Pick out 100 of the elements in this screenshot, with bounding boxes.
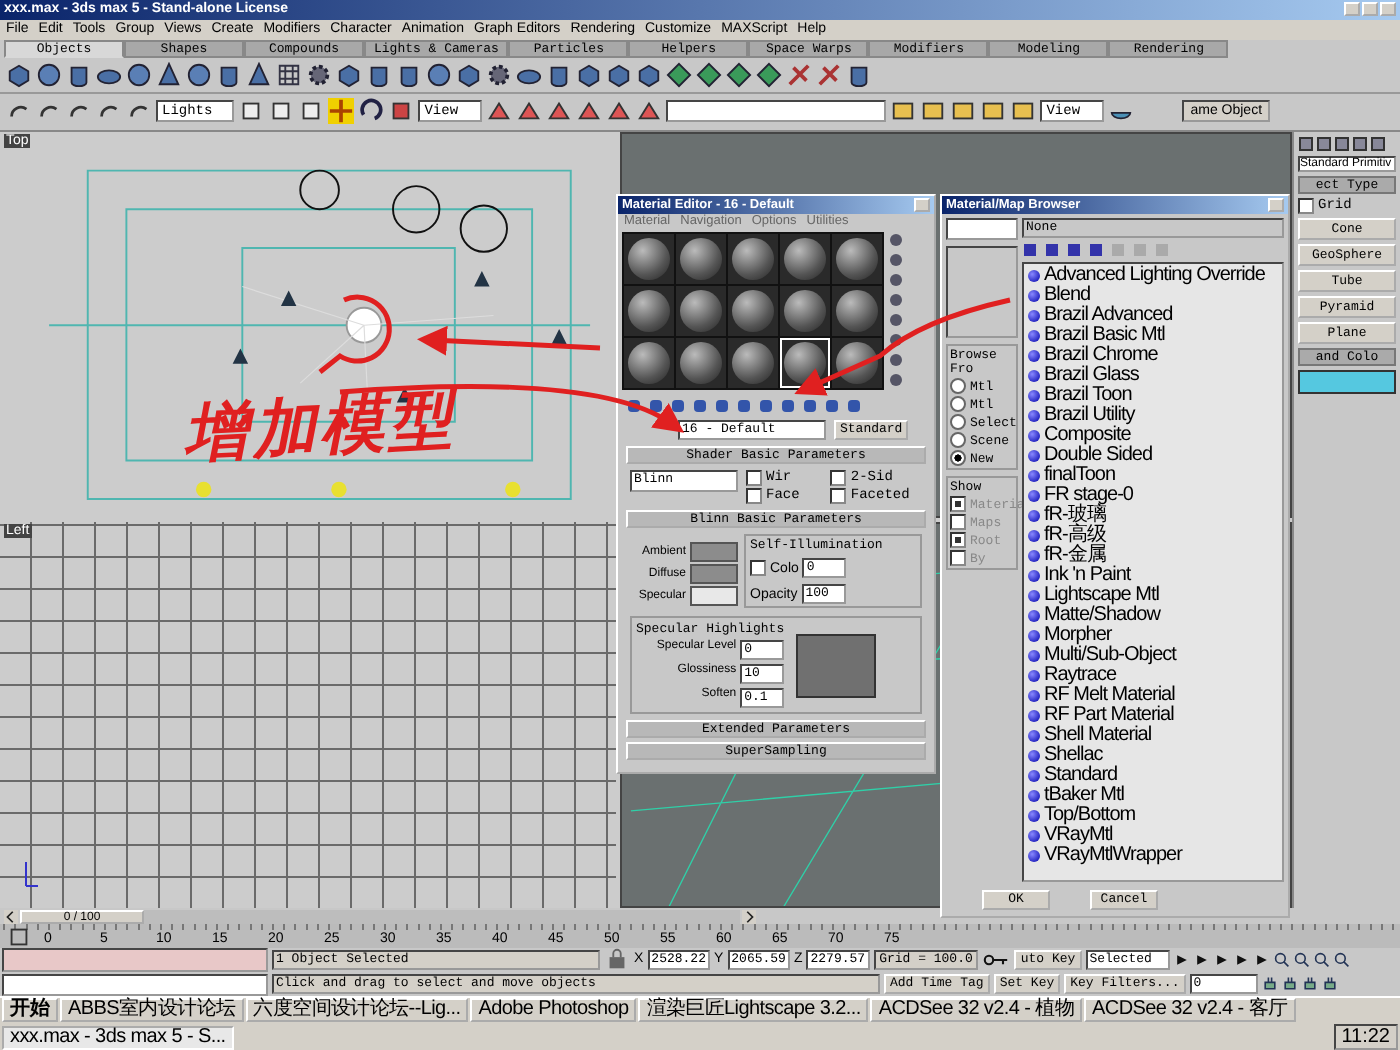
list-item[interactable]: Blend: [1028, 286, 1278, 306]
list-item[interactable]: tBaker Mtl: [1028, 786, 1278, 806]
color-swatch[interactable]: [1298, 369, 1396, 394]
zoom-icon[interactable]: [1313, 951, 1330, 968]
material-slot[interactable]: [676, 234, 726, 284]
material-slot[interactable]: [624, 234, 674, 284]
list-item[interactable]: VRayMtlWrapper: [1028, 846, 1278, 866]
track-bar-icon[interactable]: [6, 923, 32, 950]
zoom-icon[interactable]: [1273, 951, 1290, 968]
material-slot[interactable]: [624, 286, 674, 336]
selection-set-dropdown[interactable]: [666, 100, 887, 123]
checkbox[interactable]: [950, 532, 966, 548]
taskbar-button[interactable]: 渲染巨匠Lightscape 3.2...: [638, 998, 869, 1023]
radio-button[interactable]: [950, 450, 966, 466]
color-swatch[interactable]: [690, 586, 738, 606]
checkbox[interactable]: [830, 488, 847, 504]
scroll-right-icon[interactable]: [742, 909, 756, 924]
checkbox[interactable]: [830, 470, 847, 486]
list-item[interactable]: Brazil Toon: [1028, 386, 1278, 406]
box-icon[interactable]: [576, 61, 602, 88]
list-item[interactable]: FR stage-0: [1028, 486, 1278, 506]
diamond-icon[interactable]: [726, 61, 752, 88]
list-item[interactable]: Morpher: [1028, 626, 1278, 646]
list-item[interactable]: Matte/Shadow: [1028, 606, 1278, 626]
radio-button[interactable]: [950, 432, 966, 448]
lock-icon[interactable]: [604, 946, 630, 973]
cylinder-icon[interactable]: [216, 61, 242, 88]
material-slot[interactable]: [832, 234, 882, 284]
script-field[interactable]: [2, 973, 268, 997]
list-item[interactable]: Lightscape Mtl: [1028, 586, 1278, 606]
radio-button[interactable]: [950, 396, 966, 412]
taskbar-button[interactable]: ACDSee 32 v2.4 - 植物: [870, 998, 1083, 1023]
checkbox[interactable]: [950, 514, 966, 530]
sphere-icon[interactable]: [186, 61, 212, 88]
cone-icon[interactable]: [156, 61, 182, 88]
radio-button[interactable]: [950, 378, 966, 394]
script-field[interactable]: [2, 948, 268, 972]
taskbar-button[interactable]: xxx.max - 3ds max 5 - S...: [2, 1025, 234, 1050]
diamond-icon[interactable]: [666, 61, 692, 88]
list-item[interactable]: Ink 'n Paint: [1028, 566, 1278, 586]
taskbar-button[interactable]: ACDSee 32 v2.4 - 客厅: [1084, 998, 1296, 1023]
taskbar-button[interactable]: Adobe Photoshop: [470, 998, 637, 1023]
checkbox[interactable]: [746, 470, 762, 486]
box-icon[interactable]: [6, 61, 32, 88]
start-button[interactable]: 开始: [2, 998, 58, 1023]
list-item[interactable]: fR-玻璃: [1028, 506, 1278, 526]
radio-button[interactable]: [950, 414, 966, 430]
checkbox[interactable]: [750, 560, 766, 576]
material-slot[interactable]: [780, 234, 830, 284]
list-item[interactable]: finalToon: [1028, 466, 1278, 486]
scale-icon[interactable]: [388, 98, 415, 125]
list-item[interactable]: fR-金属: [1028, 546, 1278, 566]
list-item[interactable]: RF Melt Material: [1028, 686, 1278, 706]
grid-icon[interactable]: [276, 61, 302, 88]
taskbar-button[interactable]: 六度空间设计论坛--Lig...: [245, 998, 469, 1023]
pyramid-icon[interactable]: [246, 61, 272, 88]
sphere-icon[interactable]: [36, 61, 62, 88]
material-slot[interactable]: [728, 286, 778, 336]
list-item[interactable]: Composite: [1028, 426, 1278, 446]
scroll-left-icon[interactable]: [4, 909, 18, 924]
diamond-icon[interactable]: [696, 61, 722, 88]
zoom-icon[interactable]: [1333, 951, 1350, 968]
material-slot[interactable]: [624, 338, 674, 388]
material-slot[interactable]: [832, 286, 882, 336]
box-icon[interactable]: [456, 61, 482, 88]
search-field[interactable]: [946, 218, 1018, 240]
select-icon[interactable]: [238, 98, 265, 125]
list-item[interactable]: VRayMtl: [1028, 826, 1278, 846]
list-item[interactable]: Brazil Glass: [1028, 366, 1278, 386]
list-item[interactable]: Standard: [1028, 766, 1278, 786]
material-slot[interactable]: [676, 286, 726, 336]
list-item[interactable]: Brazil Chrome: [1028, 346, 1278, 366]
cylinder-icon[interactable]: [396, 61, 422, 88]
rotate-icon[interactable]: [358, 98, 385, 125]
checkbox[interactable]: [1298, 197, 1314, 214]
list-item[interactable]: Brazil Advanced: [1028, 306, 1278, 326]
cylinder-icon[interactable]: [366, 61, 392, 88]
list-item[interactable]: Shell Material: [1028, 726, 1278, 746]
material-slot[interactable]: [676, 338, 726, 388]
list-item[interactable]: RF Part Material: [1028, 706, 1278, 726]
move-icon[interactable]: [328, 98, 355, 125]
gear-icon[interactable]: [306, 61, 332, 88]
material-slot[interactable]: [728, 234, 778, 284]
list-item[interactable]: Shellac: [1028, 746, 1278, 766]
key-icon[interactable]: [982, 951, 1011, 968]
checkbox[interactable]: [950, 496, 966, 512]
taskbar-button[interactable]: ABBS室内设计论坛: [60, 998, 244, 1023]
box-icon[interactable]: [336, 61, 362, 88]
list-item[interactable]: fR-高级: [1028, 526, 1278, 546]
checkbox[interactable]: [746, 488, 762, 504]
list-item[interactable]: Double Sided: [1028, 446, 1278, 466]
gear-icon[interactable]: [486, 61, 512, 88]
sphere-icon[interactable]: [426, 61, 452, 88]
list-item[interactable]: Brazil Utility: [1028, 406, 1278, 426]
sphere-icon[interactable]: [126, 61, 152, 88]
material-slot[interactable]: [780, 286, 830, 336]
box-icon[interactable]: [606, 61, 632, 88]
cylinder-icon[interactable]: [66, 61, 92, 88]
list-item[interactable]: Raytrace: [1028, 666, 1278, 686]
zoom-icon[interactable]: [1293, 951, 1310, 968]
